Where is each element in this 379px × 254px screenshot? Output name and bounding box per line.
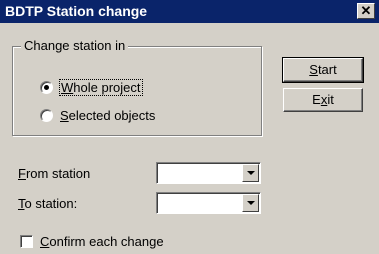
from-station-combo[interactable] — [156, 162, 261, 184]
to-station-label: To station: — [18, 196, 78, 211]
station-change-dialog: BDTP Station change ✕ Change station in … — [0, 0, 379, 254]
title-bar[interactable]: BDTP Station change ✕ — [0, 0, 379, 23]
chevron-down-icon[interactable] — [242, 164, 259, 182]
radio-selected-objects-label: Selected objects — [60, 108, 156, 123]
chevron-down-icon[interactable] — [242, 194, 259, 212]
radio-selected-objects[interactable]: Selected objects — [40, 108, 155, 123]
confirm-each-change-checkbox[interactable]: Confirm each change — [20, 234, 164, 249]
to-station-combo[interactable] — [156, 192, 261, 214]
close-button[interactable]: ✕ — [357, 3, 375, 19]
group-legend: Change station in — [21, 38, 129, 53]
from-station-label: From station — [18, 166, 91, 181]
radio-button-icon[interactable] — [40, 81, 53, 94]
start-button[interactable]: Start — [282, 57, 364, 83]
radio-whole-project[interactable]: Whole project — [40, 79, 143, 96]
window-title: BDTP Station change — [5, 3, 148, 19]
confirm-label: Confirm each change — [40, 234, 164, 249]
radio-whole-project-label: Whole project — [59, 79, 143, 96]
radio-selected-dot — [44, 85, 49, 90]
checkbox-icon[interactable] — [20, 235, 33, 248]
radio-button-icon[interactable] — [40, 109, 53, 122]
exit-button[interactable]: Exit — [283, 88, 363, 112]
close-icon: ✕ — [360, 3, 372, 18]
